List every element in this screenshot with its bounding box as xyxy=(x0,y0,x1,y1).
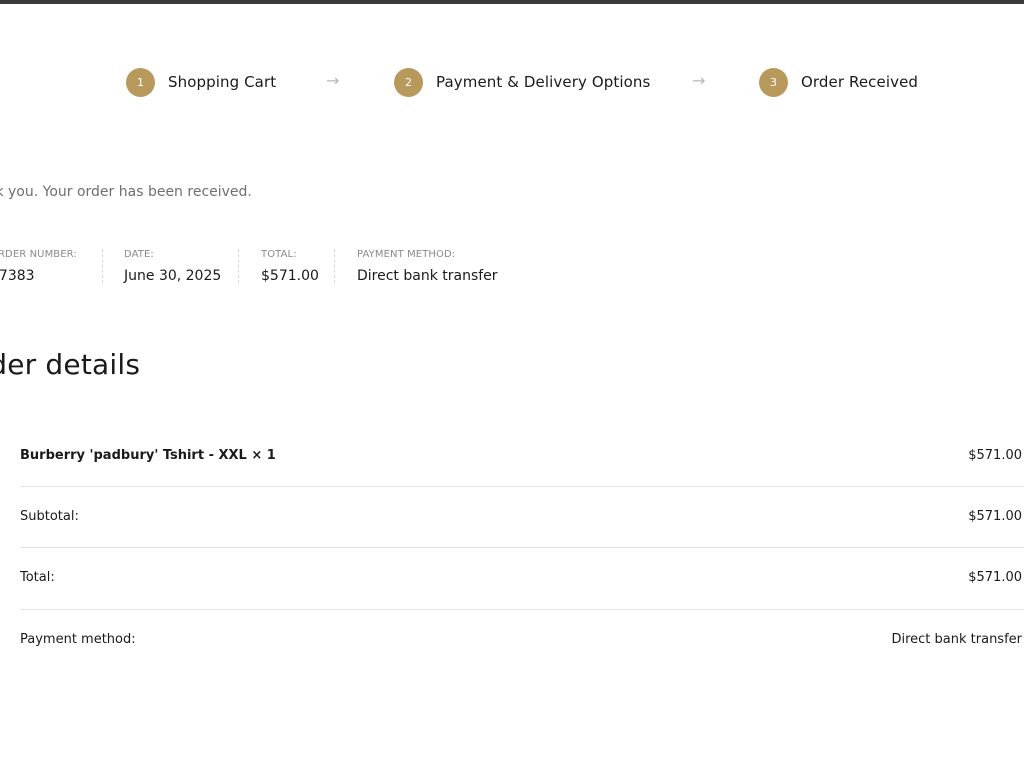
overview-label: TOTAL: xyxy=(261,249,297,260)
total-label: Total: xyxy=(20,570,55,585)
arrow-right-icon: → xyxy=(326,71,340,90)
subtotal-value: $571.00 xyxy=(968,509,1022,524)
product-name-link[interactable]: Burberry 'padbury' Tshirt - XXL × 1 xyxy=(20,448,276,463)
row-divider xyxy=(20,486,1024,487)
overview-value: June 30, 2025 xyxy=(124,268,222,284)
payment-method-value: Direct bank transfer xyxy=(891,632,1022,647)
step-payment-delivery[interactable]: 2 Payment & Delivery Options xyxy=(394,67,650,97)
row-divider xyxy=(20,609,1024,610)
overview-value: $571.00 xyxy=(261,268,319,284)
order-received-message: ank you. Your order has been received. xyxy=(0,184,252,200)
overview-label: ORDER NUMBER: xyxy=(0,249,77,260)
subtotal-label: Subtotal: xyxy=(20,509,79,524)
step-order-received: 3 Order Received xyxy=(759,67,918,97)
order-item-row: Burberry 'padbury' Tshirt - XXL × 1 $571… xyxy=(20,448,1024,468)
item-price: $571.00 xyxy=(968,448,1022,463)
total-row: Total: $571.00 xyxy=(20,570,1024,590)
step-number-badge: 3 xyxy=(759,67,788,97)
overview-order-number: ORDER NUMBER: 47383 xyxy=(0,249,77,285)
top-bar xyxy=(0,0,1024,4)
step-shopping-cart[interactable]: 1 Shopping Cart xyxy=(126,67,276,97)
arrow-right-icon: → xyxy=(692,71,706,90)
overview-divider xyxy=(334,249,335,283)
step-number-badge: 2 xyxy=(394,67,423,97)
row-divider xyxy=(20,547,1024,548)
step-number-badge: 1 xyxy=(126,67,155,97)
overview-label: PAYMENT METHOD: xyxy=(357,249,456,260)
overview-label: DATE: xyxy=(124,249,154,260)
overview-value: 47383 xyxy=(0,268,35,284)
subtotal-row: Subtotal: $571.00 xyxy=(20,509,1024,529)
step-label: Payment & Delivery Options xyxy=(436,73,651,91)
overview-divider xyxy=(238,249,239,283)
payment-method-label: Payment method: xyxy=(20,632,136,647)
overview-payment-method: PAYMENT METHOD: Direct bank transfer xyxy=(357,249,498,285)
overview-date: DATE: June 30, 2025 xyxy=(124,249,221,285)
payment-method-row: Payment method: Direct bank transfer xyxy=(20,632,1024,652)
step-label: Order Received xyxy=(801,73,919,91)
overview-value: Direct bank transfer xyxy=(357,268,498,284)
overview-total: TOTAL: $571.00 xyxy=(261,249,319,285)
overview-divider xyxy=(102,249,103,283)
step-label: Shopping Cart xyxy=(168,73,277,91)
order-details-heading: rder details xyxy=(0,348,141,381)
total-value: $571.00 xyxy=(968,570,1022,585)
